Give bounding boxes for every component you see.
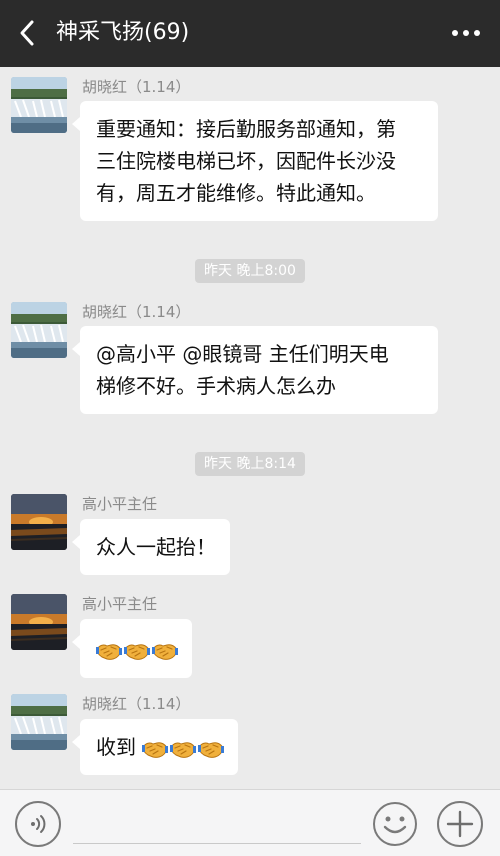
timestamp: 昨天 晚上8:00 — [195, 259, 305, 283]
message-bubble[interactable]: @高小平 @眼镜哥 主任们明天电 梯修不好。手术病人怎么办 — [72, 326, 438, 414]
message-text: 众人一起抬！ — [96, 535, 216, 559]
chevron-left-icon[interactable] — [10, 16, 44, 50]
emoji-row — [142, 738, 224, 760]
time-separator: 昨天 晚上8:14 — [0, 452, 500, 476]
handshake-icon — [142, 738, 168, 760]
waterfall-avatar[interactable] — [11, 694, 67, 750]
sender-name: 高小平主任 — [82, 495, 158, 513]
message-line: 重要通知：接后勤服务部通知，第 — [96, 117, 396, 141]
message-input[interactable] — [73, 802, 361, 844]
more-dots-icon[interactable] — [446, 18, 486, 48]
message-text: 收到 — [96, 735, 136, 759]
voice-icon[interactable] — [15, 801, 61, 847]
message-line: @高小平 @眼镜哥 主任们明天电 — [96, 342, 389, 366]
emoji-smile-icon[interactable] — [372, 801, 418, 847]
message-bubble[interactable]: 收到 — [71, 719, 239, 775]
message-line: 有，周五才能维修。特此通知。 — [96, 181, 376, 205]
sunset-avatar[interactable] — [11, 594, 67, 650]
timestamp: 昨天 晚上8:14 — [195, 452, 305, 476]
handshake-icon — [170, 738, 196, 760]
message-line: 梯修不好。手术病人怎么办 — [96, 374, 336, 398]
sender-name: 高小平主任 — [82, 595, 158, 613]
message-bubble[interactable]: 众人一起抬！ — [72, 519, 230, 575]
chat-title: 神采飞扬(69) — [56, 20, 190, 45]
sender-name: 胡晓红（1.14） — [82, 695, 191, 713]
handshake-icon — [96, 640, 122, 662]
handshake-icon — [152, 640, 178, 662]
emoji-row — [96, 640, 178, 662]
waterfall-avatar[interactable] — [11, 77, 67, 133]
sender-name: 胡晓红（1.14） — [82, 303, 191, 321]
handshake-icon — [124, 640, 150, 662]
chat-header: 神采飞扬(69) — [0, 0, 500, 67]
sunset-avatar[interactable] — [11, 494, 67, 550]
message-line: 三住院楼电梯已坏，因配件长沙没 — [96, 149, 396, 173]
waterfall-avatar[interactable] — [11, 302, 67, 358]
time-separator: 昨天 晚上8:00 — [0, 259, 500, 283]
plus-icon[interactable] — [437, 801, 483, 847]
message-bubble[interactable]: 重要通知：接后勤服务部通知，第 三住院楼电梯已坏，因配件长沙没 有，周五才能维修… — [72, 101, 438, 221]
handshake-icon — [198, 738, 224, 760]
input-bar — [0, 789, 500, 856]
message-list[interactable]: 胡晓红（1.14） 重要通知：接后勤服务部通知，第 三住院楼电梯已坏，因配件长沙… — [0, 67, 500, 789]
sender-name: 胡晓红（1.14） — [82, 78, 191, 96]
message-bubble[interactable] — [72, 619, 192, 678]
